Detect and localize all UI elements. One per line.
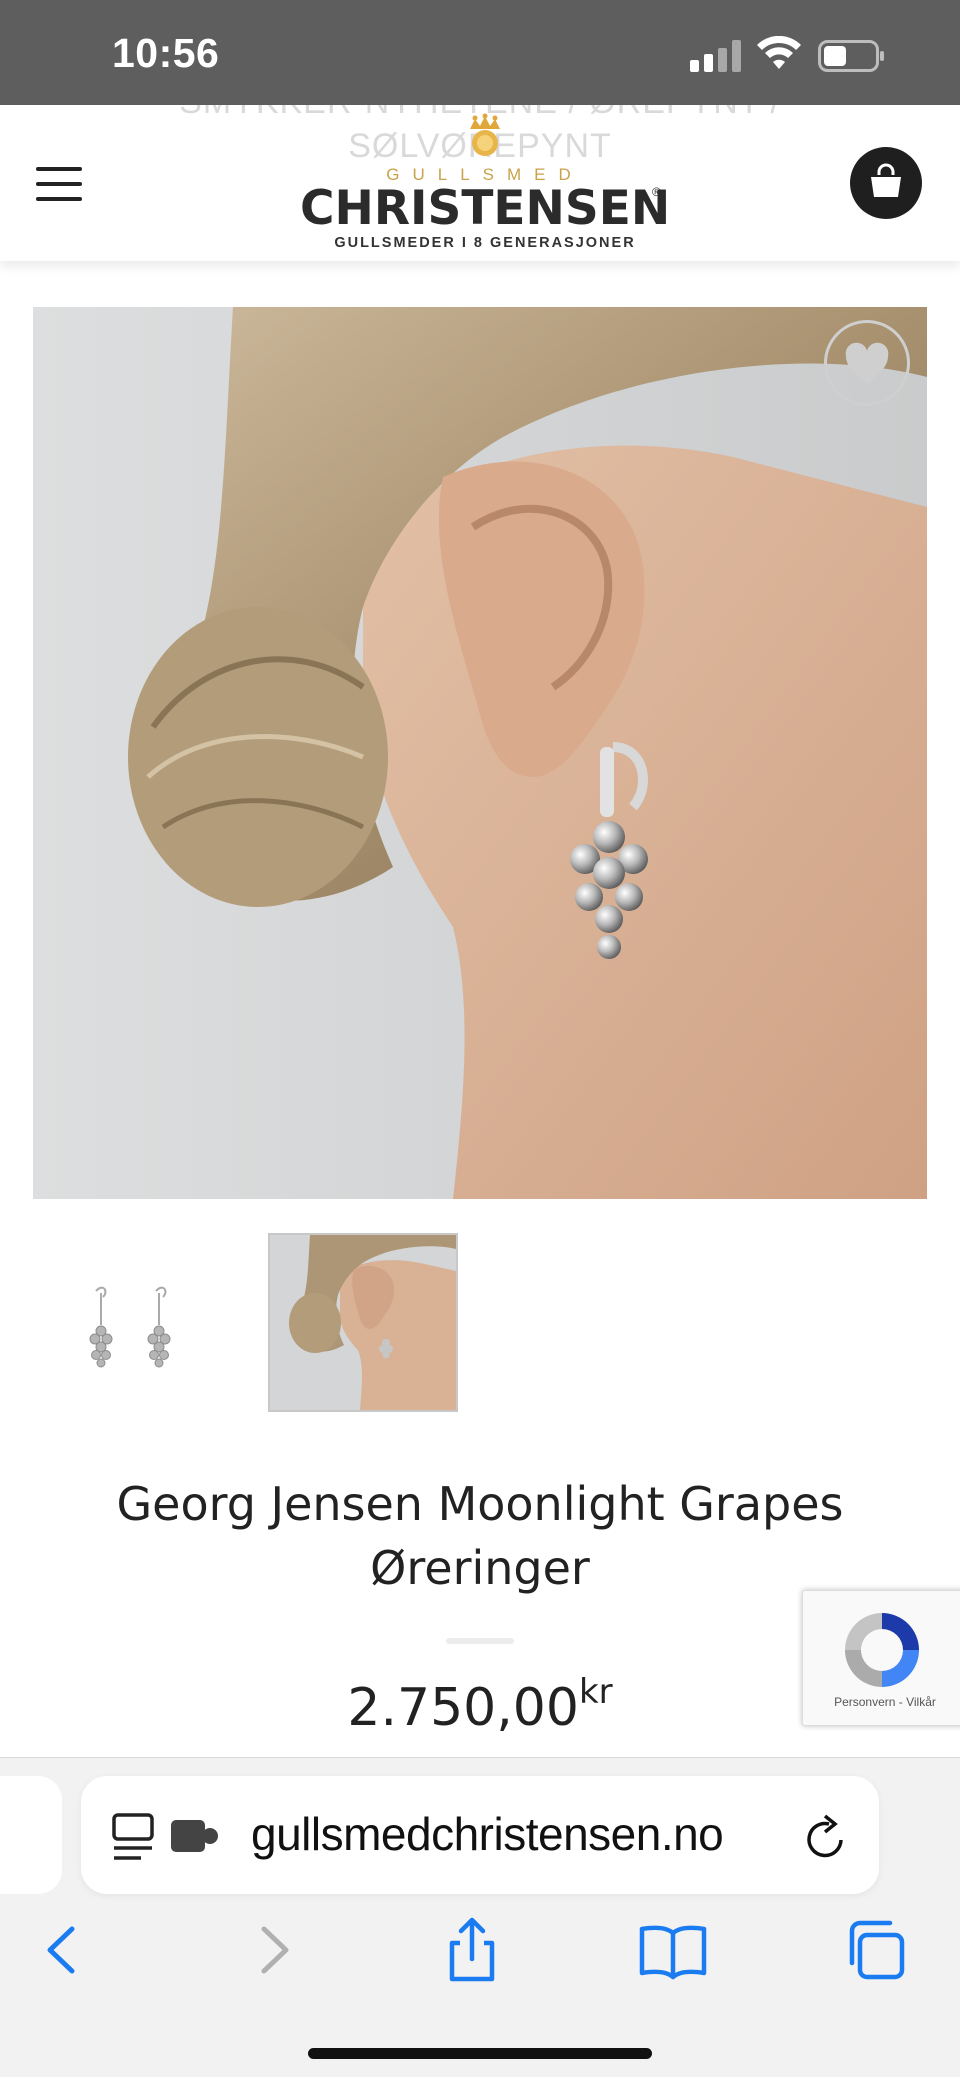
thumbnail-model[interactable]: [268, 1233, 458, 1412]
reader-icon[interactable]: [111, 1812, 157, 1862]
address-bar[interactable]: gullsmedchristensen.no: [81, 1776, 879, 1894]
extension-icon[interactable]: [169, 1816, 219, 1856]
status-bar: 10:56: [0, 0, 960, 105]
title-divider: [446, 1638, 514, 1644]
reload-icon[interactable]: [803, 1812, 849, 1862]
battery-icon: [818, 40, 884, 72]
site-header: SMYKKER-NYHETENE / ØREPYNT / SØLVØREPYNT…: [0, 105, 960, 261]
model-thumbnail-image: [270, 1235, 456, 1410]
site-logo[interactable]: GULLSMED CHRISTENSEN ® GULLSMEDER I 8 GE…: [300, 105, 670, 261]
status-time: 10:56: [112, 30, 220, 76]
wishlist-button[interactable]: [824, 320, 910, 406]
recaptcha-links[interactable]: Personvern - Vilkår: [803, 1695, 960, 1709]
crown-icon: [470, 113, 500, 156]
product-title-line2: Øreringer: [370, 1541, 590, 1595]
thumbnail-product[interactable]: [33, 1233, 223, 1412]
product-photo: [33, 307, 927, 1199]
product-main-image[interactable]: [33, 307, 927, 1199]
forward-icon[interactable]: [238, 1915, 308, 1985]
recaptcha-icon: [845, 1613, 919, 1687]
tabs-icon[interactable]: [840, 1915, 910, 1985]
logo-tagline: GULLSMEDER I 8 GENERASJONER: [334, 235, 636, 251]
price-value: 2.750,00: [347, 1678, 579, 1738]
wifi-icon: [757, 36, 801, 69]
cellular-signal-icon: [690, 40, 742, 72]
url-text[interactable]: gullsmedchristensen.no: [251, 1807, 811, 1861]
earrings-thumbnail-image: [89, 1286, 171, 1368]
recaptcha-badge[interactable]: Personvern - Vilkår: [802, 1590, 960, 1726]
heart-icon: [845, 342, 889, 384]
home-indicator[interactable]: [308, 2048, 652, 2059]
shopping-bag-icon: [871, 163, 901, 197]
share-icon[interactable]: [437, 1915, 507, 1985]
back-icon[interactable]: [28, 1915, 98, 1985]
cart-button[interactable]: [850, 147, 922, 219]
logo-name: CHRISTENSEN: [300, 181, 671, 236]
hamburger-icon[interactable]: [36, 165, 84, 203]
product-title-line1: Georg Jensen Moonlight Grapes: [116, 1477, 844, 1531]
logo-registered: ®: [652, 185, 661, 199]
product-title: Georg Jensen Moonlight Grapes Øreringer: [40, 1472, 920, 1600]
previous-tab-peek[interactable]: [0, 1776, 62, 1894]
price-currency: kr: [578, 1672, 613, 1712]
bookmarks-icon[interactable]: [638, 1915, 708, 1985]
